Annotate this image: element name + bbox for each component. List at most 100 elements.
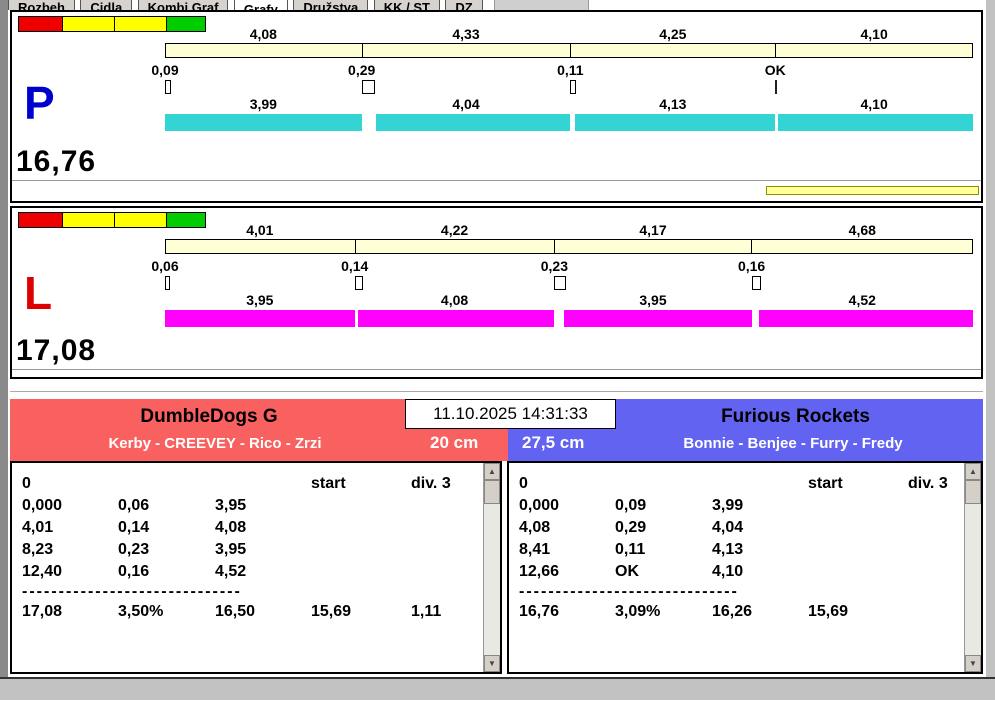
table-cell: 0,09 (615, 497, 647, 514)
table-divider: ------------------------------ (519, 583, 739, 600)
table-cell: 8,23 (22, 541, 54, 558)
split-divider (751, 240, 753, 253)
tab-druzstva[interactable]: Družstva (293, 0, 369, 10)
crossing-time-label: 0,11 (557, 62, 584, 78)
lane-p-graph: 4,08 4,33 4,25 4,10 0,09 0,29 0,11 OK 3,… (151, 26, 973, 138)
table-cell: 0,11 (615, 541, 646, 558)
table-cell: 17,08 (22, 603, 63, 620)
table-cell: 0,16 (118, 563, 150, 580)
split-time-label: 4,25 (659, 26, 687, 42)
scroll-down-button[interactable]: ▼ (484, 655, 500, 672)
table-cell: 4,10 (712, 563, 744, 580)
tab-kk-st[interactable]: KK / ST (373, 0, 440, 10)
dog-time-label: 3,95 (246, 292, 274, 308)
left-results-table: 0 start div. 3 0,000 0,06 3,95 4,01 0,14… (22, 473, 476, 623)
split-time-label: 4,33 (452, 26, 480, 42)
lane-total-time: 17,08 (16, 334, 97, 367)
crossing-tick (751, 276, 761, 290)
table-row: 8,23 0,23 3,95 (22, 539, 476, 561)
table-cell: 16,50 (215, 603, 256, 620)
dog-time-bar (165, 114, 362, 131)
crossing-tick (570, 80, 577, 94)
panel-divider-line (12, 180, 981, 181)
table-cell: 0,06 (118, 497, 150, 514)
table-cell: 0,14 (118, 519, 150, 536)
panel-divider-line (12, 369, 981, 370)
crossing-time-label: 0,06 (151, 258, 179, 274)
scroll-up-button[interactable]: ▲ (965, 463, 981, 480)
legend-yellow-box (62, 212, 115, 228)
crossing-tick-ok (775, 80, 778, 94)
window-frame-bottom (0, 677, 995, 700)
application-window: Rozbeh Cidla Kombi Graf Grafy Družstva K… (0, 0, 995, 716)
scroll-thumb[interactable] (965, 480, 981, 504)
table-cell: 0,000 (519, 497, 560, 514)
table-cell: start (808, 475, 843, 492)
left-team-subtitle: Kerby - CREEVEY - Rico - Zrzi 20 cm (10, 433, 508, 453)
table-row: 8,41 0,11 4,13 (519, 539, 957, 561)
window-content: Rozbeh Cidla Kombi Graf Grafy Družstva K… (8, 0, 986, 677)
table-cell: 4,08 (215, 519, 247, 536)
scrollbar[interactable]: ▲ ▼ (483, 463, 500, 672)
left-team-dogs: Kerby - CREEVEY - Rico - Zrzi (108, 434, 322, 452)
dog-time-bar (165, 310, 355, 327)
scroll-thumb[interactable] (484, 480, 500, 504)
dog-time-label: 4,08 (440, 292, 469, 308)
crossing-time-label: OK (764, 62, 786, 78)
table-row: 4,08 0,29 4,04 (519, 517, 957, 539)
table-row: 12,40 0,16 4,52 (22, 561, 476, 583)
crossing-time-label: 0,14 (341, 258, 369, 274)
lane-l-panel: L 17,08 4,01 4,22 4,17 4,68 0,06 0,14 0,… (10, 206, 983, 379)
timestamp: 11.10.2025 14:31:33 (405, 399, 616, 429)
scroll-down-button[interactable]: ▼ (965, 655, 981, 672)
table-cell: 15,69 (311, 603, 352, 620)
table-cell: 0,000 (22, 497, 63, 514)
split-time-label: 4,08 (249, 26, 277, 42)
tab-label: Cidla (90, 0, 123, 10)
tab-dz[interactable]: DZ (445, 0, 483, 10)
table-header-row: 0 start div. 3 (519, 473, 957, 495)
table-divider: ------------------------------ (22, 583, 242, 600)
split-time-label: 4,22 (440, 222, 469, 238)
tab-grafy[interactable]: Grafy (233, 0, 288, 10)
right-team-results-panel: 0 start div. 3 0,000 0,09 3,99 4,08 0,29… (507, 461, 983, 674)
table-row: 0,000 0,06 3,95 (22, 495, 476, 517)
split-time-label: 4,10 (860, 26, 888, 42)
legend-yellow-box (114, 212, 167, 228)
tab-bar-scrollbar[interactable] (494, 0, 590, 10)
separator-line (10, 391, 983, 392)
table-cell: 3,09% (615, 603, 661, 620)
lane-letter: L (24, 267, 53, 319)
tab-rozbeh[interactable]: Rozbeh (8, 0, 75, 10)
table-cell: 3,50% (118, 603, 164, 620)
split-time-label: 4,68 (848, 222, 876, 238)
dog-time-label: 4,52 (848, 292, 876, 308)
table-cell: 3,99 (712, 497, 744, 514)
timer-progress-strip (766, 186, 979, 195)
table-cell: 4,01 (22, 519, 54, 536)
tab-label: Družstva (303, 0, 359, 10)
split-time-label: 4,01 (246, 222, 274, 238)
left-team-jump-height: 20 cm (430, 433, 479, 452)
crossing-tick (361, 80, 375, 94)
left-team-results-panel: 0 start div. 3 0,000 0,06 3,95 4,01 0,14… (10, 461, 502, 674)
table-cell: 0,29 (615, 519, 647, 536)
tab-kombi-graf[interactable]: Kombi Graf (137, 0, 229, 10)
split-time-label: 4,17 (639, 222, 667, 238)
split-divider (774, 44, 776, 57)
scrollbar[interactable]: ▲ ▼ (964, 463, 981, 672)
legend-yellow-box (62, 16, 115, 32)
dog-time-bar (357, 310, 555, 327)
table-cell: 0,23 (118, 541, 150, 558)
table-row: 0,000 0,09 3,99 (519, 495, 957, 517)
table-cell: 1,11 (411, 603, 442, 620)
tab-cidla[interactable]: Cidla (80, 0, 133, 10)
dog-time-label: 4,10 (860, 96, 888, 112)
crossing-time-label: 0,16 (737, 258, 766, 274)
lane-total-time: 16,76 (16, 145, 97, 178)
table-cell: 3,95 (215, 541, 247, 558)
scroll-up-button[interactable]: ▲ (484, 463, 500, 480)
dog-time-label: 3,99 (249, 96, 277, 112)
crossing-tick-row (165, 80, 973, 95)
right-team-jump-height: 27,5 cm (522, 433, 585, 452)
